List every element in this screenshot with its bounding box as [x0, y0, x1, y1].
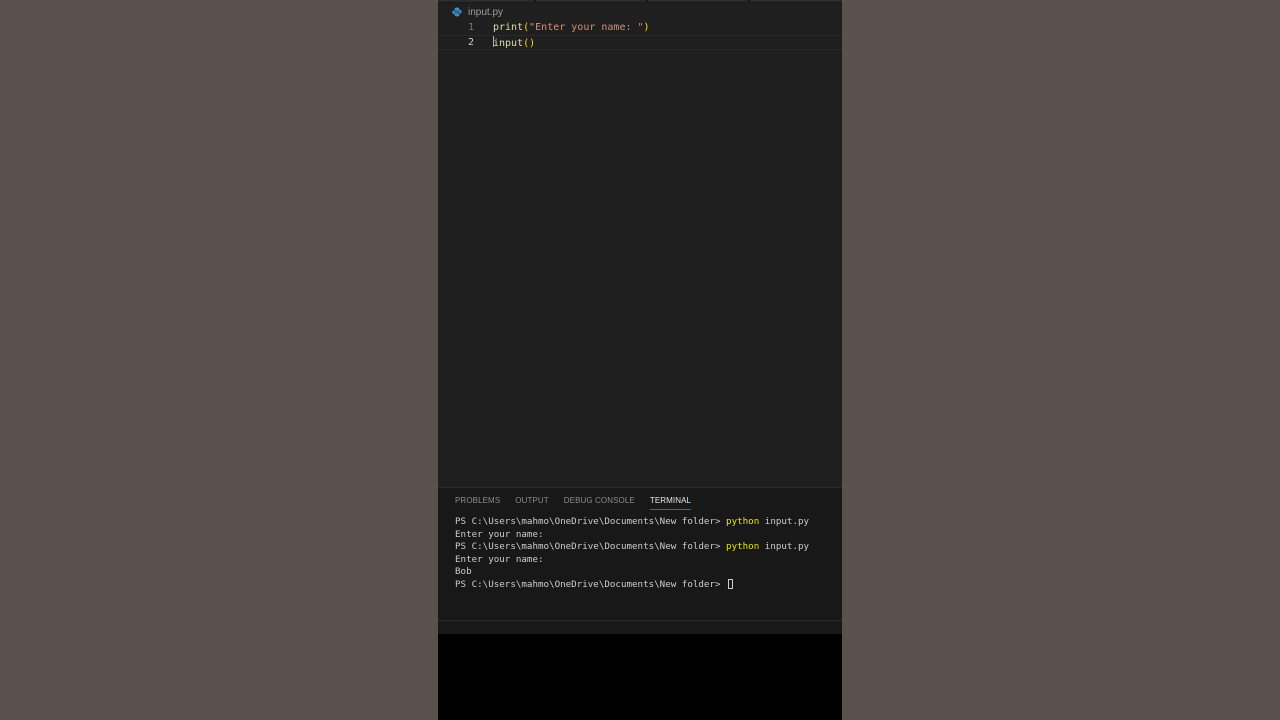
- terminal-args: input.py: [759, 516, 810, 527]
- video-frame: input.py 1 print("Enter your name: ") 2 …: [438, 0, 842, 720]
- file-tab-label: input.py: [468, 6, 504, 18]
- tab-strip-segment: [648, 0, 748, 2]
- status-strip: [438, 620, 842, 634]
- python-icon: [452, 7, 462, 17]
- code-line[interactable]: 1 print("Enter your name: "): [438, 20, 842, 35]
- tab-problems[interactable]: PROBLEMS: [455, 496, 500, 510]
- terminal-line: Enter your name:: [455, 528, 544, 540]
- token-bracket: ): [643, 22, 650, 33]
- terminal-command: python: [726, 541, 760, 553]
- terminal-prompt: PS C:\Users\mahmo\OneDrive\Documents\New…: [455, 541, 727, 553]
- terminal-line: Bob: [455, 566, 472, 578]
- editor-tab-strip: [438, 0, 842, 3]
- line-source: input(): [493, 36, 535, 50]
- token-bracket: ): [529, 38, 536, 49]
- terminal-command: python: [726, 516, 760, 527]
- terminal-prompt: PS C:\Users\mahmo\OneDrive\Documents\New…: [455, 516, 727, 527]
- token-string: "Enter your name: ": [529, 22, 644, 33]
- terminal-output[interactable]: PS C:\Users\mahmo\OneDrive\Documents\New…: [455, 516, 835, 592]
- token-function: print: [493, 22, 524, 33]
- line-source: print("Enter your name: "): [493, 20, 650, 35]
- line-number: 2: [467, 37, 474, 48]
- terminal-line: PS C:\Users\mahmo\OneDrive\Documents\New…: [455, 516, 835, 529]
- tab-strip-segment: [438, 0, 534, 2]
- code-line-current[interactable]: 2 input(): [438, 35, 842, 50]
- tab-debug-console[interactable]: DEBUG CONSOLE: [564, 496, 635, 510]
- bottom-panel: PROBLEMS OUTPUT DEBUG CONSOLE TERMINAL P…: [438, 487, 842, 620]
- editor-area: input.py 1 print("Enter your name: ") 2 …: [438, 0, 842, 487]
- terminal-line: PS C:\Users\mahmo\OneDrive\Documents\New…: [455, 578, 835, 592]
- terminal-line: PS C:\Users\mahmo\OneDrive\Documents\New…: [455, 541, 835, 554]
- tab-output[interactable]: OUTPUT: [515, 496, 549, 510]
- tab-strip-segment: [750, 0, 842, 2]
- terminal-prompt: PS C:\Users\mahmo\OneDrive\Documents\New…: [455, 578, 727, 590]
- terminal-args: input.py: [759, 541, 810, 553]
- code-editor[interactable]: 1 print("Enter your name: ") 2 input(): [438, 20, 842, 50]
- terminal-line: Enter your name:: [455, 553, 544, 565]
- line-number: 1: [467, 22, 474, 33]
- file-tab-input-py[interactable]: input.py: [452, 5, 503, 19]
- tab-strip-segment: [536, 0, 646, 2]
- panel-tabs: PROBLEMS OUTPUT DEBUG CONSOLE TERMINAL: [455, 496, 706, 510]
- tab-terminal[interactable]: TERMINAL: [649, 496, 692, 510]
- terminal-cursor: [728, 578, 734, 589]
- token-function: input: [493, 38, 524, 49]
